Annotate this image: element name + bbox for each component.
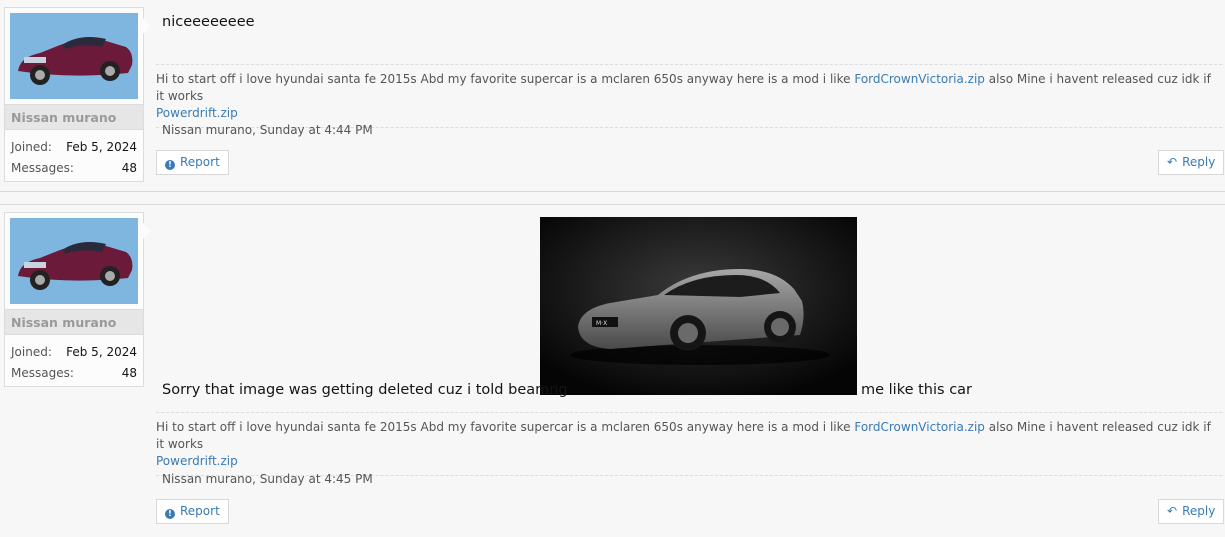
report-button[interactable]: ! Report — [156, 499, 229, 524]
reply-arrow-icon: ↶ — [1167, 155, 1178, 169]
joined-value: Feb 5, 2024 — [66, 140, 137, 154]
avatar[interactable] — [10, 13, 138, 99]
report-label: Report — [180, 155, 220, 169]
signature-link-powerdrift[interactable]: Powerdrift.zip — [156, 454, 238, 468]
report-label: Report — [180, 504, 220, 518]
message-text-after: me like this car — [861, 382, 973, 398]
username[interactable]: Nissan murano — [5, 104, 143, 130]
info-circle-icon: ! — [165, 509, 175, 519]
user-card-arrow — [143, 223, 151, 239]
message-text-before: Sorry that image was getting deleted cuz… — [162, 382, 568, 398]
signature-link-fordcrownvictoria[interactable]: FordCrownVictoria.zip — [854, 420, 985, 434]
info-circle-icon: ! — [165, 160, 175, 170]
avatar[interactable] — [10, 218, 138, 304]
post-1: Nissan murano Joined: Feb 5, 2024 Messag… — [0, 0, 1225, 192]
signature-text: Hi to start off i love hyundai santa fe … — [156, 420, 851, 434]
messages-value: 48 — [121, 161, 137, 175]
user-card-arrow — [143, 18, 151, 34]
user-card: Nissan murano Joined: Feb 5, 2024 Messag… — [4, 7, 144, 182]
report-button[interactable]: ! Report — [156, 150, 229, 175]
reply-button[interactable]: ↶ Reply — [1158, 150, 1225, 175]
messages-label: Messages: — [11, 366, 74, 380]
post-meta[interactable]: Nissan murano, Sunday at 4:45 PM — [162, 472, 373, 486]
post-2: Nissan murano Joined: Feb 5, 2024 Messag… — [0, 204, 1225, 537]
messages-value: 48 — [121, 366, 137, 380]
reply-button[interactable]: ↶ Reply — [1158, 499, 1225, 524]
signature-link-powerdrift[interactable]: Powerdrift.zip — [156, 106, 238, 120]
signature: Hi to start off i love hyundai santa fe … — [156, 412, 1222, 476]
message-text: niceeeeeeee — [162, 14, 255, 30]
reply-label: Reply — [1182, 155, 1216, 169]
signature-text: Hi to start off i love hyundai santa fe … — [156, 72, 851, 86]
reply-label: Reply — [1182, 504, 1216, 518]
username[interactable]: Nissan murano — [5, 309, 143, 335]
user-card: Nissan murano Joined: Feb 5, 2024 Messag… — [4, 212, 144, 387]
post-meta[interactable]: Nissan murano, Sunday at 4:44 PM — [162, 123, 373, 137]
car-image[interactable]: M·X — [540, 217, 857, 395]
signature: Hi to start off i love hyundai santa fe … — [156, 64, 1222, 128]
joined-label: Joined: — [11, 140, 52, 154]
joined-value: Feb 5, 2024 — [66, 345, 137, 359]
reply-arrow-icon: ↶ — [1167, 504, 1178, 518]
joined-label: Joined: — [11, 345, 52, 359]
messages-label: Messages: — [11, 161, 74, 175]
signature-link-fordcrownvictoria[interactable]: FordCrownVictoria.zip — [854, 72, 985, 86]
svg-text:M·X: M·X — [596, 320, 607, 327]
